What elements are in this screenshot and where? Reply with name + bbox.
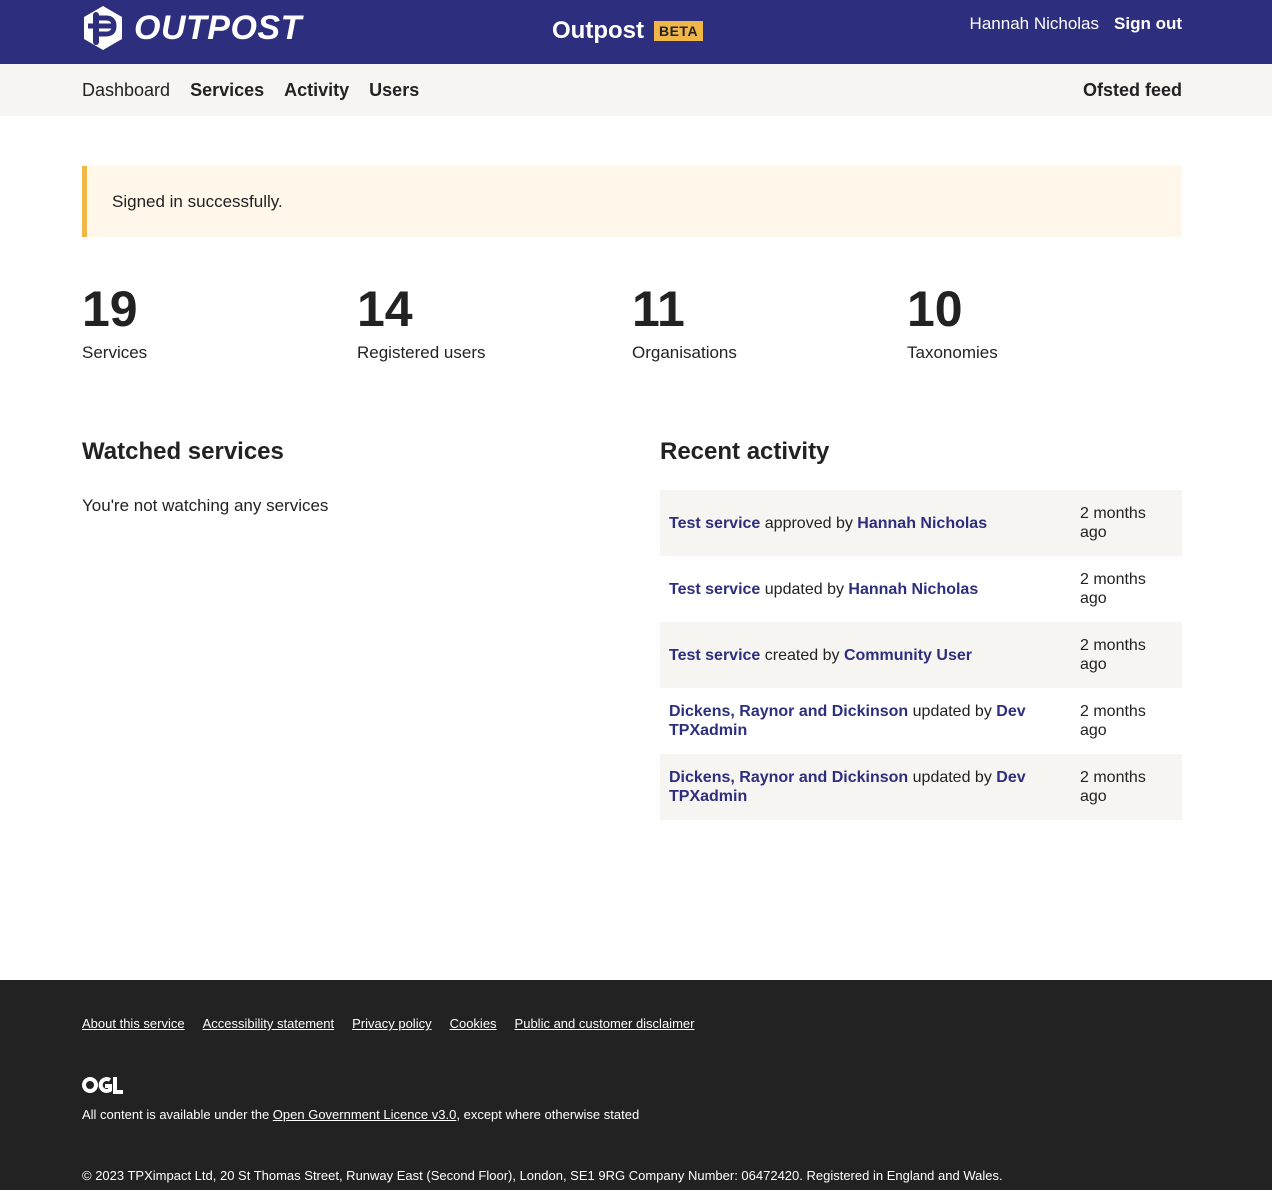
footer-links: About this service Accessibility stateme…	[82, 1016, 712, 1031]
stat-services: 19 Services	[82, 281, 357, 363]
licence-prefix: All content is available under the	[82, 1107, 273, 1122]
recent-activity-heading: Recent activity	[660, 438, 830, 465]
beta-badge: BETA	[653, 21, 704, 41]
footer-link-disclaimer[interactable]: Public and customer disclaimer	[515, 1016, 695, 1031]
recent-activity-table: Test service approved by Hannah Nicholas…	[660, 490, 1182, 820]
logo-text: OUTPOST	[134, 8, 302, 47]
alert-message: Signed in successfully.	[112, 192, 283, 211]
stat-taxonomies: 10 Taxonomies	[907, 281, 1182, 363]
dashboard-columns: Watched services You're not watching any…	[82, 438, 1182, 838]
ogl-logo-icon	[82, 1077, 123, 1094]
footer-link-privacy[interactable]: Privacy policy	[352, 1016, 431, 1031]
activity-subject-link[interactable]: Dickens, Raynor and Dickinson	[669, 703, 908, 720]
outpost-logo-icon	[84, 6, 122, 50]
service-title: Outpost	[552, 17, 644, 44]
watched-services-heading: Watched services	[82, 438, 284, 465]
copyright-text: © 2023 TPXimpact Ltd, 20 St Thomas Stree…	[82, 1168, 1003, 1183]
outpost-logo[interactable]: OUTPOST	[82, 5, 302, 51]
activity-actor-link[interactable]: Hannah Nicholas	[857, 515, 987, 532]
success-alert: Signed in successfully.	[82, 166, 1182, 237]
stat-label: Organisations	[632, 343, 737, 362]
activity-subject-link[interactable]: Test service	[669, 515, 760, 532]
table-row: Test service approved by Hannah Nicholas…	[660, 490, 1182, 556]
stats-row: 19 Services 14 Registered users 11 Organ…	[82, 281, 1182, 363]
licence-suffix: , except where otherwise stated	[456, 1107, 640, 1122]
activity-action: approved by	[764, 514, 853, 532]
activity-actor-link[interactable]: Hannah Nicholas	[848, 581, 978, 598]
stat-organisations: 11 Organisations	[632, 281, 907, 363]
activity-time: 2 months ago	[1080, 637, 1146, 673]
activity-action: updated by	[912, 769, 992, 786]
activity-subject-link[interactable]: Dickens, Raynor and Dickinson	[669, 769, 908, 786]
licence-link[interactable]: Open Government Licence v3.0	[273, 1107, 457, 1122]
activity-description: Dickens, Raynor and Dickinson updated by…	[660, 688, 1071, 754]
table-row: Dickens, Raynor and Dickinson updated by…	[660, 754, 1182, 820]
activity-description: Test service updated by Hannah Nicholas	[660, 556, 1071, 622]
stat-label: Taxonomies	[907, 343, 998, 362]
nav-item-services[interactable]: Services	[190, 80, 264, 101]
stat-value: 14	[357, 281, 413, 337]
service-name: Outpost BETA	[552, 17, 704, 45]
main-content: Signed in successfully. 19 Services 14 R…	[82, 116, 1182, 838]
site-footer: About this service Accessibility stateme…	[0, 980, 1272, 1190]
activity-action: updated by	[764, 580, 844, 598]
stat-label: Registered users	[357, 343, 486, 362]
stat-value: 11	[632, 281, 685, 337]
activity-actor-link[interactable]: Community User	[844, 647, 972, 664]
table-row: Test service updated by Hannah Nicholas …	[660, 556, 1182, 622]
activity-description: Test service created by Community User	[660, 622, 1071, 688]
user-nav: Hannah Nicholas Sign out	[970, 14, 1182, 34]
watched-services-section: Watched services You're not watching any…	[82, 438, 602, 516]
table-row: Dickens, Raynor and Dickinson updated by…	[660, 688, 1182, 754]
footer-link-about[interactable]: About this service	[82, 1016, 185, 1031]
watched-empty-message: You're not watching any services	[82, 496, 329, 515]
activity-description: Dickens, Raynor and Dickinson updated by…	[660, 754, 1071, 820]
activity-time: 2 months ago	[1080, 769, 1146, 805]
sign-out-link[interactable]: Sign out	[1114, 14, 1182, 34]
activity-action: updated by	[912, 703, 992, 720]
nav-item-users[interactable]: Users	[369, 80, 419, 101]
stat-value: 19	[82, 281, 138, 337]
licence-text: All content is available under the Open …	[82, 1107, 639, 1122]
activity-time: 2 months ago	[1080, 505, 1146, 541]
activity-time: 2 months ago	[1080, 703, 1146, 739]
primary-nav: Dashboard Services Activity Users Ofsted…	[0, 64, 1272, 116]
activity-description: Test service approved by Hannah Nicholas	[660, 490, 1071, 556]
stat-value: 10	[907, 281, 963, 337]
stat-registered-users: 14 Registered users	[357, 281, 632, 363]
nav-item-dashboard[interactable]: Dashboard	[82, 80, 170, 101]
activity-action: created by	[764, 646, 840, 664]
site-header: OUTPOST Outpost BETA Hannah Nicholas Sig…	[0, 0, 1272, 64]
activity-time: 2 months ago	[1080, 571, 1146, 607]
table-row: Test service created by Community User 2…	[660, 622, 1182, 688]
footer-link-cookies[interactable]: Cookies	[450, 1016, 497, 1031]
activity-subject-link[interactable]: Test service	[669, 647, 760, 664]
nav-list: Dashboard Services Activity Users	[82, 80, 439, 101]
nav-item-activity[interactable]: Activity	[284, 80, 349, 101]
stat-label: Services	[82, 343, 148, 362]
activity-subject-link[interactable]: Test service	[669, 581, 760, 598]
recent-activity-section: Recent activity Test service approved by…	[660, 438, 1182, 820]
user-name-link[interactable]: Hannah Nicholas	[970, 14, 1099, 34]
footer-link-accessibility[interactable]: Accessibility statement	[203, 1016, 335, 1031]
nav-item-ofsted-feed[interactable]: Ofsted feed	[1083, 80, 1182, 101]
